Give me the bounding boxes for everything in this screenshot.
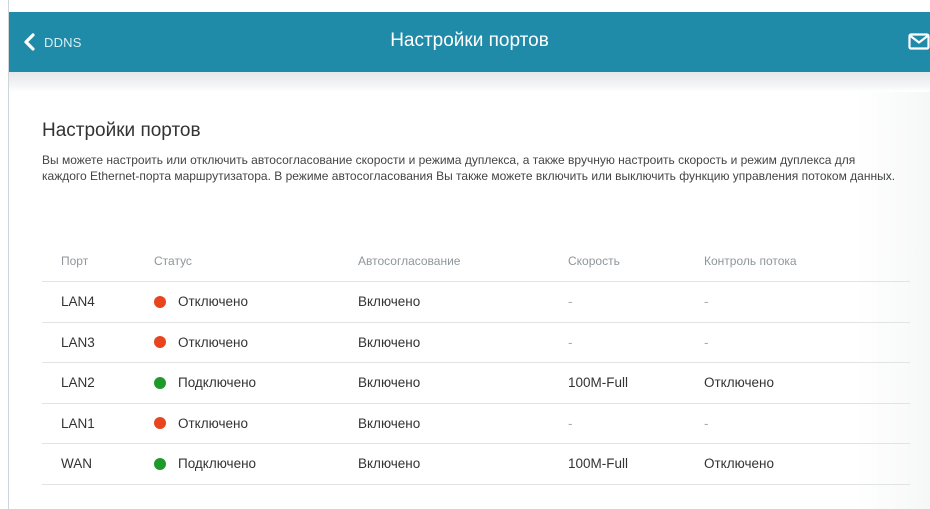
port-name: LAN3 [61, 334, 95, 350]
port-name: LAN2 [61, 375, 95, 390]
port-status-label: Подключено [178, 375, 257, 390]
port-status: Отключено [154, 335, 248, 350]
status-dot-icon [154, 417, 166, 429]
port-name: LAN4 [61, 294, 95, 309]
column-header-flow-control: Контроль потока [704, 254, 797, 268]
port-status-label: Отключено [178, 415, 248, 431]
port-speed: - [568, 294, 573, 309]
status-dot-icon [154, 376, 166, 389]
table-row[interactable]: WAN Подключено Включено 100M-Full Отключено [42, 444, 910, 485]
mail-button[interactable] [908, 33, 930, 55]
port-status: Отключено [154, 416, 248, 431]
port-speed: 100M-Full [568, 456, 629, 471]
port-status: Подключено [154, 456, 256, 471]
column-header-status: Статус [154, 254, 192, 268]
mail-icon [908, 33, 930, 50]
port-speed: - [568, 334, 573, 350]
port-flow-control: - [704, 334, 709, 350]
port-name: WAN [61, 456, 92, 471]
header-title: Настройки портов [390, 30, 549, 51]
page-description: Вы можете настроить или отключить автосо… [42, 153, 896, 183]
port-status-label: Отключено [178, 334, 248, 350]
port-flow-control: - [704, 415, 709, 431]
port-speed: 100M-Full [568, 375, 629, 390]
page: DDNS Настройки портов Настройки портов В… [0, 0, 930, 509]
port-autonegotiation: Включено [358, 415, 421, 431]
port-status-label: Подключено [178, 456, 257, 471]
table-row[interactable]: LAN3 Отключено Включено - - [42, 323, 910, 363]
port-autonegotiation: Включено [358, 294, 421, 309]
status-dot-icon [154, 336, 166, 348]
port-autonegotiation: Включено [358, 375, 421, 390]
port-flow-control: Отключено [704, 456, 774, 471]
status-dot-icon [154, 457, 166, 470]
ports-table: Порт Статус Автосогласование Скорость Ко… [42, 245, 910, 485]
column-header-port: Порт [61, 254, 89, 268]
page-title: Настройки портов [42, 120, 201, 141]
column-header-speed: Скорость [568, 254, 620, 268]
table-header: Порт Статус Автосогласование Скорость Ко… [42, 245, 910, 282]
column-header-autonegotiation: Автосогласование [358, 254, 461, 268]
port-speed: - [568, 415, 573, 431]
header-bar: DDNS Настройки портов [9, 12, 930, 72]
status-dot-icon [154, 295, 166, 308]
port-autonegotiation: Включено [358, 334, 421, 350]
header-shadow-bar [9, 72, 930, 92]
port-status: Отключено [154, 294, 248, 309]
table-body: LAN4 Отключено Включено - - LAN3 Отключено Вклю… [42, 282, 910, 485]
table-row[interactable]: LAN2 Подключено Включено 100M-Full Отключено [42, 363, 910, 404]
port-flow-control: - [704, 294, 709, 309]
port-name: LAN1 [61, 415, 95, 431]
table-row[interactable]: LAN4 Отключено Включено - - [42, 282, 910, 323]
table-row[interactable]: LAN1 Отключено Включено - - [42, 404, 910, 444]
port-flow-control: Отключено [704, 375, 774, 390]
port-status-label: Отключено [178, 294, 248, 309]
port-status: Подключено [154, 375, 256, 390]
port-autonegotiation: Включено [358, 456, 421, 471]
